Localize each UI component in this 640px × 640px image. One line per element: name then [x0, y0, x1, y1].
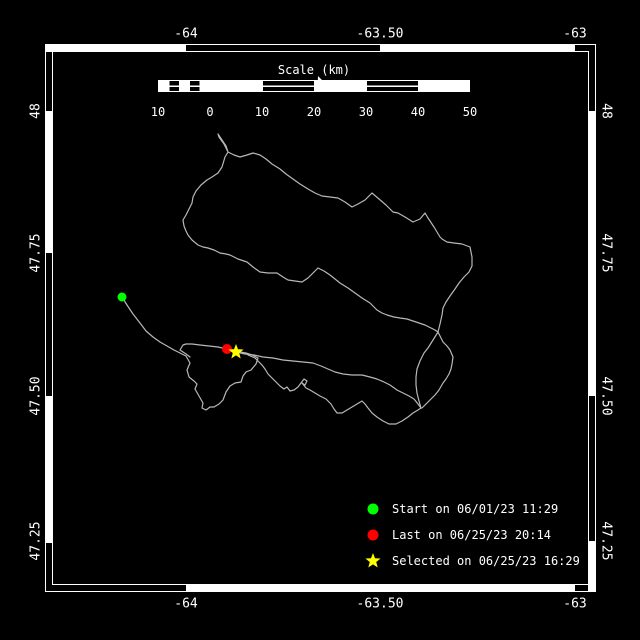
- top-axis-label-63: -63: [563, 26, 587, 42]
- scale-tick-10: 10: [254, 105, 270, 119]
- legend-last-label: Last on 06/25/23 20:14: [392, 528, 551, 542]
- right-axis-label-48: 48: [598, 103, 614, 119]
- legend-start-icon: [367, 503, 379, 515]
- left-axis-label-4750: 47.50: [28, 376, 44, 416]
- top-axis-label-64: -64: [174, 26, 198, 42]
- right-axis-label-4750: 47.50: [598, 376, 614, 416]
- legend-selected-label: Selected on 06/25/23 16:29: [392, 554, 580, 568]
- top-axis-label-6350: -63.50: [356, 26, 404, 42]
- bottom-axis-label-6350: -63.50: [356, 596, 404, 612]
- legend-start-label: Start on 06/01/23 11:29: [392, 502, 559, 516]
- start-marker[interactable]: [117, 292, 127, 302]
- scale-tick-30: 30: [358, 105, 374, 119]
- scale-bar: [158, 80, 470, 92]
- bottom-axis-label-63: -63: [563, 596, 587, 612]
- right-axis-label-4775: 47.75: [598, 233, 614, 273]
- map-window: Scale (km) 10 0 10 20 30 40 50 -64 -63.5…: [0, 0, 640, 640]
- left-axis-label-48: 48: [28, 103, 44, 119]
- last-marker[interactable]: [222, 344, 232, 354]
- map-canvas[interactable]: [0, 0, 640, 640]
- scale-bar-title: Scale (km): [277, 63, 351, 77]
- scale-tick-20: 20: [306, 105, 322, 119]
- bottom-axis-label-64: -64: [174, 596, 198, 612]
- right-axis-label-4725: 47.25: [598, 521, 614, 561]
- left-axis-label-4775: 47.75: [28, 233, 44, 273]
- scale-tick-10w: 10: [150, 105, 166, 119]
- map-background: [0, 0, 640, 640]
- legend-last-icon: [367, 529, 379, 541]
- scale-tick-50: 50: [462, 105, 478, 119]
- left-axis-label-4725: 47.25: [28, 521, 44, 561]
- scale-tick-0: 0: [206, 105, 214, 119]
- scale-tick-40: 40: [410, 105, 426, 119]
